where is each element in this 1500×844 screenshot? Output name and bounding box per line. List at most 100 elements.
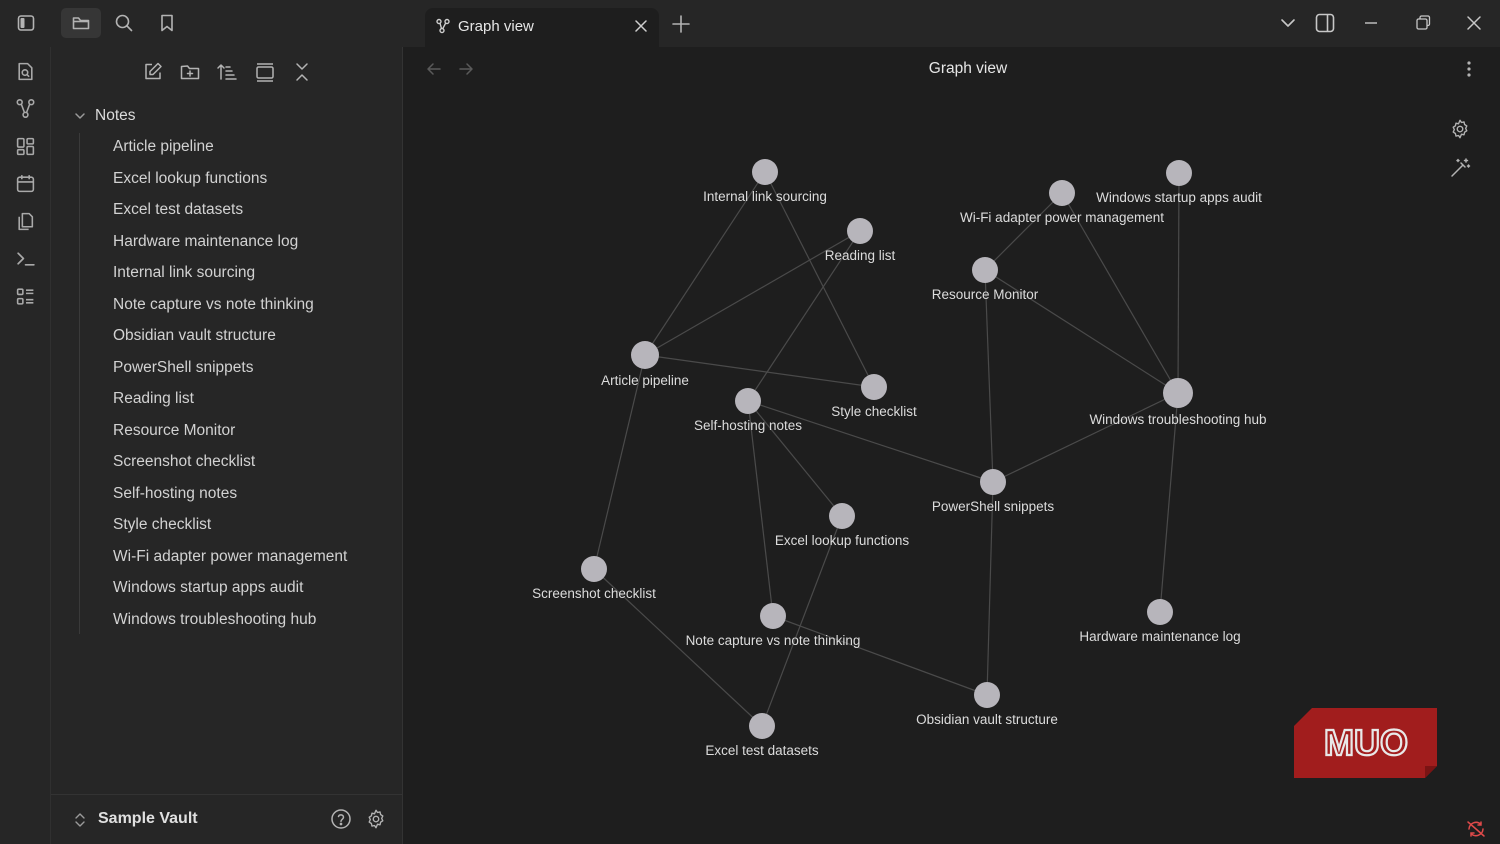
file-item[interactable]: Windows troubleshooting hub <box>113 606 347 638</box>
help-icon[interactable] <box>330 808 352 830</box>
graph-node-label: PowerShell snippets <box>932 499 1055 514</box>
restore-icon[interactable] <box>1412 12 1434 34</box>
graph-node-label: Style checklist <box>831 404 917 419</box>
graph-node-dot[interactable] <box>980 469 1006 495</box>
graph-node-dot[interactable] <box>1163 378 1193 408</box>
vault-switcher-bar: Sample Vault <box>51 794 403 844</box>
graph-node[interactable]: Note capture vs note thinking <box>686 603 861 648</box>
graph-node-dot[interactable] <box>972 257 998 283</box>
vault-name[interactable]: Sample Vault <box>98 810 198 828</box>
file-item[interactable]: Self-hosting notes <box>113 480 347 512</box>
graph-settings-icon[interactable] <box>1449 118 1471 140</box>
close-icon[interactable] <box>633 18 649 34</box>
plus-icon[interactable] <box>670 13 692 35</box>
file-item[interactable]: Resource Monitor <box>113 417 347 449</box>
graph-node[interactable]: Screenshot checklist <box>532 556 656 601</box>
graph-node-dot[interactable] <box>847 218 873 244</box>
folder-icon[interactable] <box>61 8 101 38</box>
chevron-down-icon <box>75 113 85 119</box>
graph-node-label: Windows startup apps audit <box>1096 190 1262 205</box>
graph-node[interactable]: Style checklist <box>831 374 917 419</box>
graph-node-label: Screenshot checklist <box>532 586 656 601</box>
file-explorer-sidebar: Notes Article pipeline Excel lookup func… <box>51 47 403 844</box>
file-item[interactable]: Excel test datasets <box>113 196 347 228</box>
file-item[interactable]: Screenshot checklist <box>113 448 347 480</box>
graph-node-dot[interactable] <box>1147 599 1173 625</box>
new-folder-icon[interactable] <box>179 61 201 83</box>
file-item[interactable]: Article pipeline <box>113 133 347 165</box>
file-item[interactable]: Internal link sourcing <box>113 259 347 291</box>
graph-node[interactable]: Resource Monitor <box>932 257 1039 302</box>
minimize-icon[interactable] <box>1360 12 1382 34</box>
graph-node[interactable]: Self-hosting notes <box>694 388 802 433</box>
animate-wand-icon[interactable] <box>1449 157 1471 179</box>
graph-node-dot[interactable] <box>760 603 786 629</box>
folder-notes[interactable]: Notes <box>73 105 136 127</box>
collapse-view-icon[interactable] <box>254 61 276 83</box>
graph-node-dot[interactable] <box>1049 180 1075 206</box>
graph-link <box>747 400 774 617</box>
bases-icon[interactable] <box>15 286 36 307</box>
file-item[interactable]: Windows startup apps audit <box>113 574 347 606</box>
folder-label: Notes <box>95 107 136 124</box>
tab-graph-view[interactable]: Graph view <box>425 8 659 47</box>
graph-node[interactable]: PowerShell snippets <box>932 469 1055 514</box>
graph-node-label: Self-hosting notes <box>694 418 802 433</box>
graph-node[interactable]: Obsidian vault structure <box>916 682 1058 727</box>
graph-node-dot[interactable] <box>861 374 887 400</box>
graph-node-dot[interactable] <box>581 556 607 582</box>
graph-node-label: Article pipeline <box>601 373 689 388</box>
graph-node-dot[interactable] <box>752 159 778 185</box>
quick-switcher-icon[interactable] <box>15 61 36 82</box>
graph-node-label: Resource Monitor <box>932 287 1039 302</box>
graph-node-dot[interactable] <box>735 388 761 414</box>
graph-node[interactable]: Reading list <box>825 218 896 263</box>
chevron-updown-icon[interactable] <box>73 812 87 828</box>
graph-node[interactable]: Article pipeline <box>601 341 689 388</box>
graph-node[interactable]: Windows troubleshooting hub <box>1089 378 1267 427</box>
graph-icon <box>436 18 450 34</box>
graph-node-dot[interactable] <box>1166 160 1192 186</box>
chevron-down-icon[interactable] <box>1277 12 1299 34</box>
graph-icon[interactable] <box>15 98 36 119</box>
graph-node[interactable]: Internal link sourcing <box>703 159 827 204</box>
file-item[interactable]: Wi-Fi adapter power management <box>113 543 347 575</box>
calendar-icon[interactable] <box>15 173 36 194</box>
command-palette-icon[interactable] <box>15 248 36 269</box>
bookmark-icon[interactable] <box>147 8 187 38</box>
collapse-all-icon[interactable] <box>291 61 313 83</box>
sort-icon[interactable] <box>216 61 238 83</box>
graph-node-label: Obsidian vault structure <box>916 712 1058 727</box>
graph-node[interactable]: Excel lookup functions <box>775 503 910 548</box>
graph-node[interactable]: Excel test datasets <box>705 713 819 758</box>
file-item[interactable]: Reading list <box>113 385 347 417</box>
graph-node-dot[interactable] <box>631 341 659 369</box>
file-item[interactable]: Hardware maintenance log <box>113 228 347 260</box>
muo-logo: MUO <box>1294 708 1437 778</box>
sync-off-icon[interactable] <box>1466 820 1486 838</box>
sidebar-toggle-icon[interactable] <box>6 8 46 38</box>
file-item[interactable]: Obsidian vault structure <box>113 322 347 354</box>
right-sidebar-icon[interactable] <box>1314 12 1336 34</box>
file-item[interactable]: Style checklist <box>113 511 347 543</box>
file-item[interactable]: PowerShell snippets <box>113 354 347 386</box>
tree-guide-line <box>79 133 80 634</box>
graph-node-dot[interactable] <box>974 682 1000 708</box>
graph-node-dot[interactable] <box>749 713 775 739</box>
graph-node[interactable]: Windows startup apps audit <box>1096 160 1262 205</box>
graph-node-label: Excel lookup functions <box>775 533 910 548</box>
settings-gear-icon[interactable] <box>365 808 387 830</box>
canvas-icon[interactable] <box>15 136 36 157</box>
new-note-icon[interactable] <box>142 61 164 83</box>
graph-node-label: Note capture vs note thinking <box>686 633 861 648</box>
more-options-icon[interactable] <box>1459 59 1479 79</box>
graph-node[interactable]: Hardware maintenance log <box>1079 599 1241 644</box>
graph-node-dot[interactable] <box>829 503 855 529</box>
file-item[interactable]: Note capture vs note thinking <box>113 291 347 323</box>
file-item[interactable]: Excel lookup functions <box>113 165 347 197</box>
graph-link <box>992 392 1179 483</box>
templates-icon[interactable] <box>15 211 36 232</box>
search-icon[interactable] <box>104 8 144 38</box>
close-window-icon[interactable] <box>1463 12 1485 34</box>
graph-node-label: Wi-Fi adapter power management <box>960 210 1164 225</box>
